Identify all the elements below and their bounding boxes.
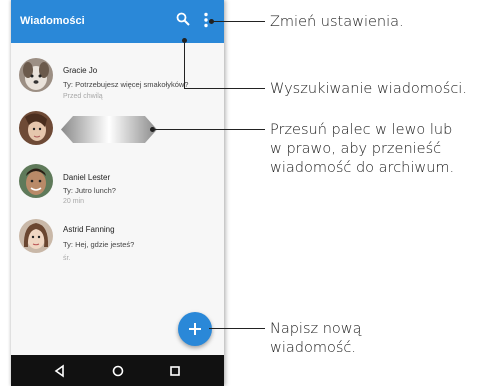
callout-search: Wyszukiwanie wiadomości. (270, 81, 467, 97)
phone-screen: Wiadomości Gracie Jo Ty: Potrzebujesz wi… (11, 0, 224, 386)
message-time: Przed chwilą (63, 93, 103, 100)
callout-line-swipe (152, 129, 265, 130)
app-title: Wiadomości (20, 15, 85, 27)
callout-settings: Zmień ustawienia. (270, 14, 404, 30)
callout-swipe-line1: Przesuń palec w lewo lub (270, 122, 453, 138)
avatar (19, 111, 53, 145)
system-nav-bar (11, 355, 224, 386)
compose-button[interactable] (178, 312, 212, 346)
swipe-gesture-indicator (61, 116, 157, 143)
avatar (19, 58, 53, 92)
avatar (19, 219, 53, 253)
callout-line-search (184, 88, 265, 89)
home-icon[interactable] (111, 364, 125, 378)
callout-line-compose (209, 328, 265, 329)
back-icon[interactable] (53, 364, 67, 378)
conversation-item[interactable]: Astrid Fanning Ty: Hej, gdzie jesteś? śr… (11, 215, 224, 267)
callout-line-search-vertical (184, 40, 185, 88)
callout-swipe-line3: wiadomość do archiwum. (270, 160, 455, 176)
message-preview: Ty: Hej, gdzie jesteś? (63, 240, 135, 249)
message-time: 20 min (63, 198, 85, 205)
message-preview: Ty: Jutro lunch? (63, 186, 116, 195)
conversation-item[interactable]: Daniel Lester Ty: Jutro lunch? 20 min (11, 161, 224, 213)
callout-swipe-line2: w prawo, aby przenieść (270, 141, 442, 157)
callout-dot (209, 19, 214, 24)
message-time: śr. (63, 255, 71, 262)
avatar (19, 164, 53, 198)
plus-icon (189, 323, 201, 335)
conversation-item[interactable]: Gracie Jo Ty: Potrzebujesz więcej smakoł… (11, 56, 224, 108)
message-preview: Ty: Potrzebujesz więcej smakołyków? (63, 80, 189, 89)
callout-line-settings (211, 21, 265, 22)
callout-dot (150, 127, 155, 132)
contact-name: Astrid Fanning (63, 225, 115, 234)
contact-name: Gracie Jo (63, 66, 98, 75)
recents-icon[interactable] (168, 364, 182, 378)
callout-compose-line1: Napisz nową (270, 321, 362, 337)
callout-compose-line2: wiadomość. (270, 340, 356, 356)
callout-dot (182, 38, 187, 43)
contact-name: Daniel Lester (63, 173, 111, 182)
search-icon[interactable] (176, 12, 190, 26)
app-bar: Wiadomości (11, 0, 224, 43)
